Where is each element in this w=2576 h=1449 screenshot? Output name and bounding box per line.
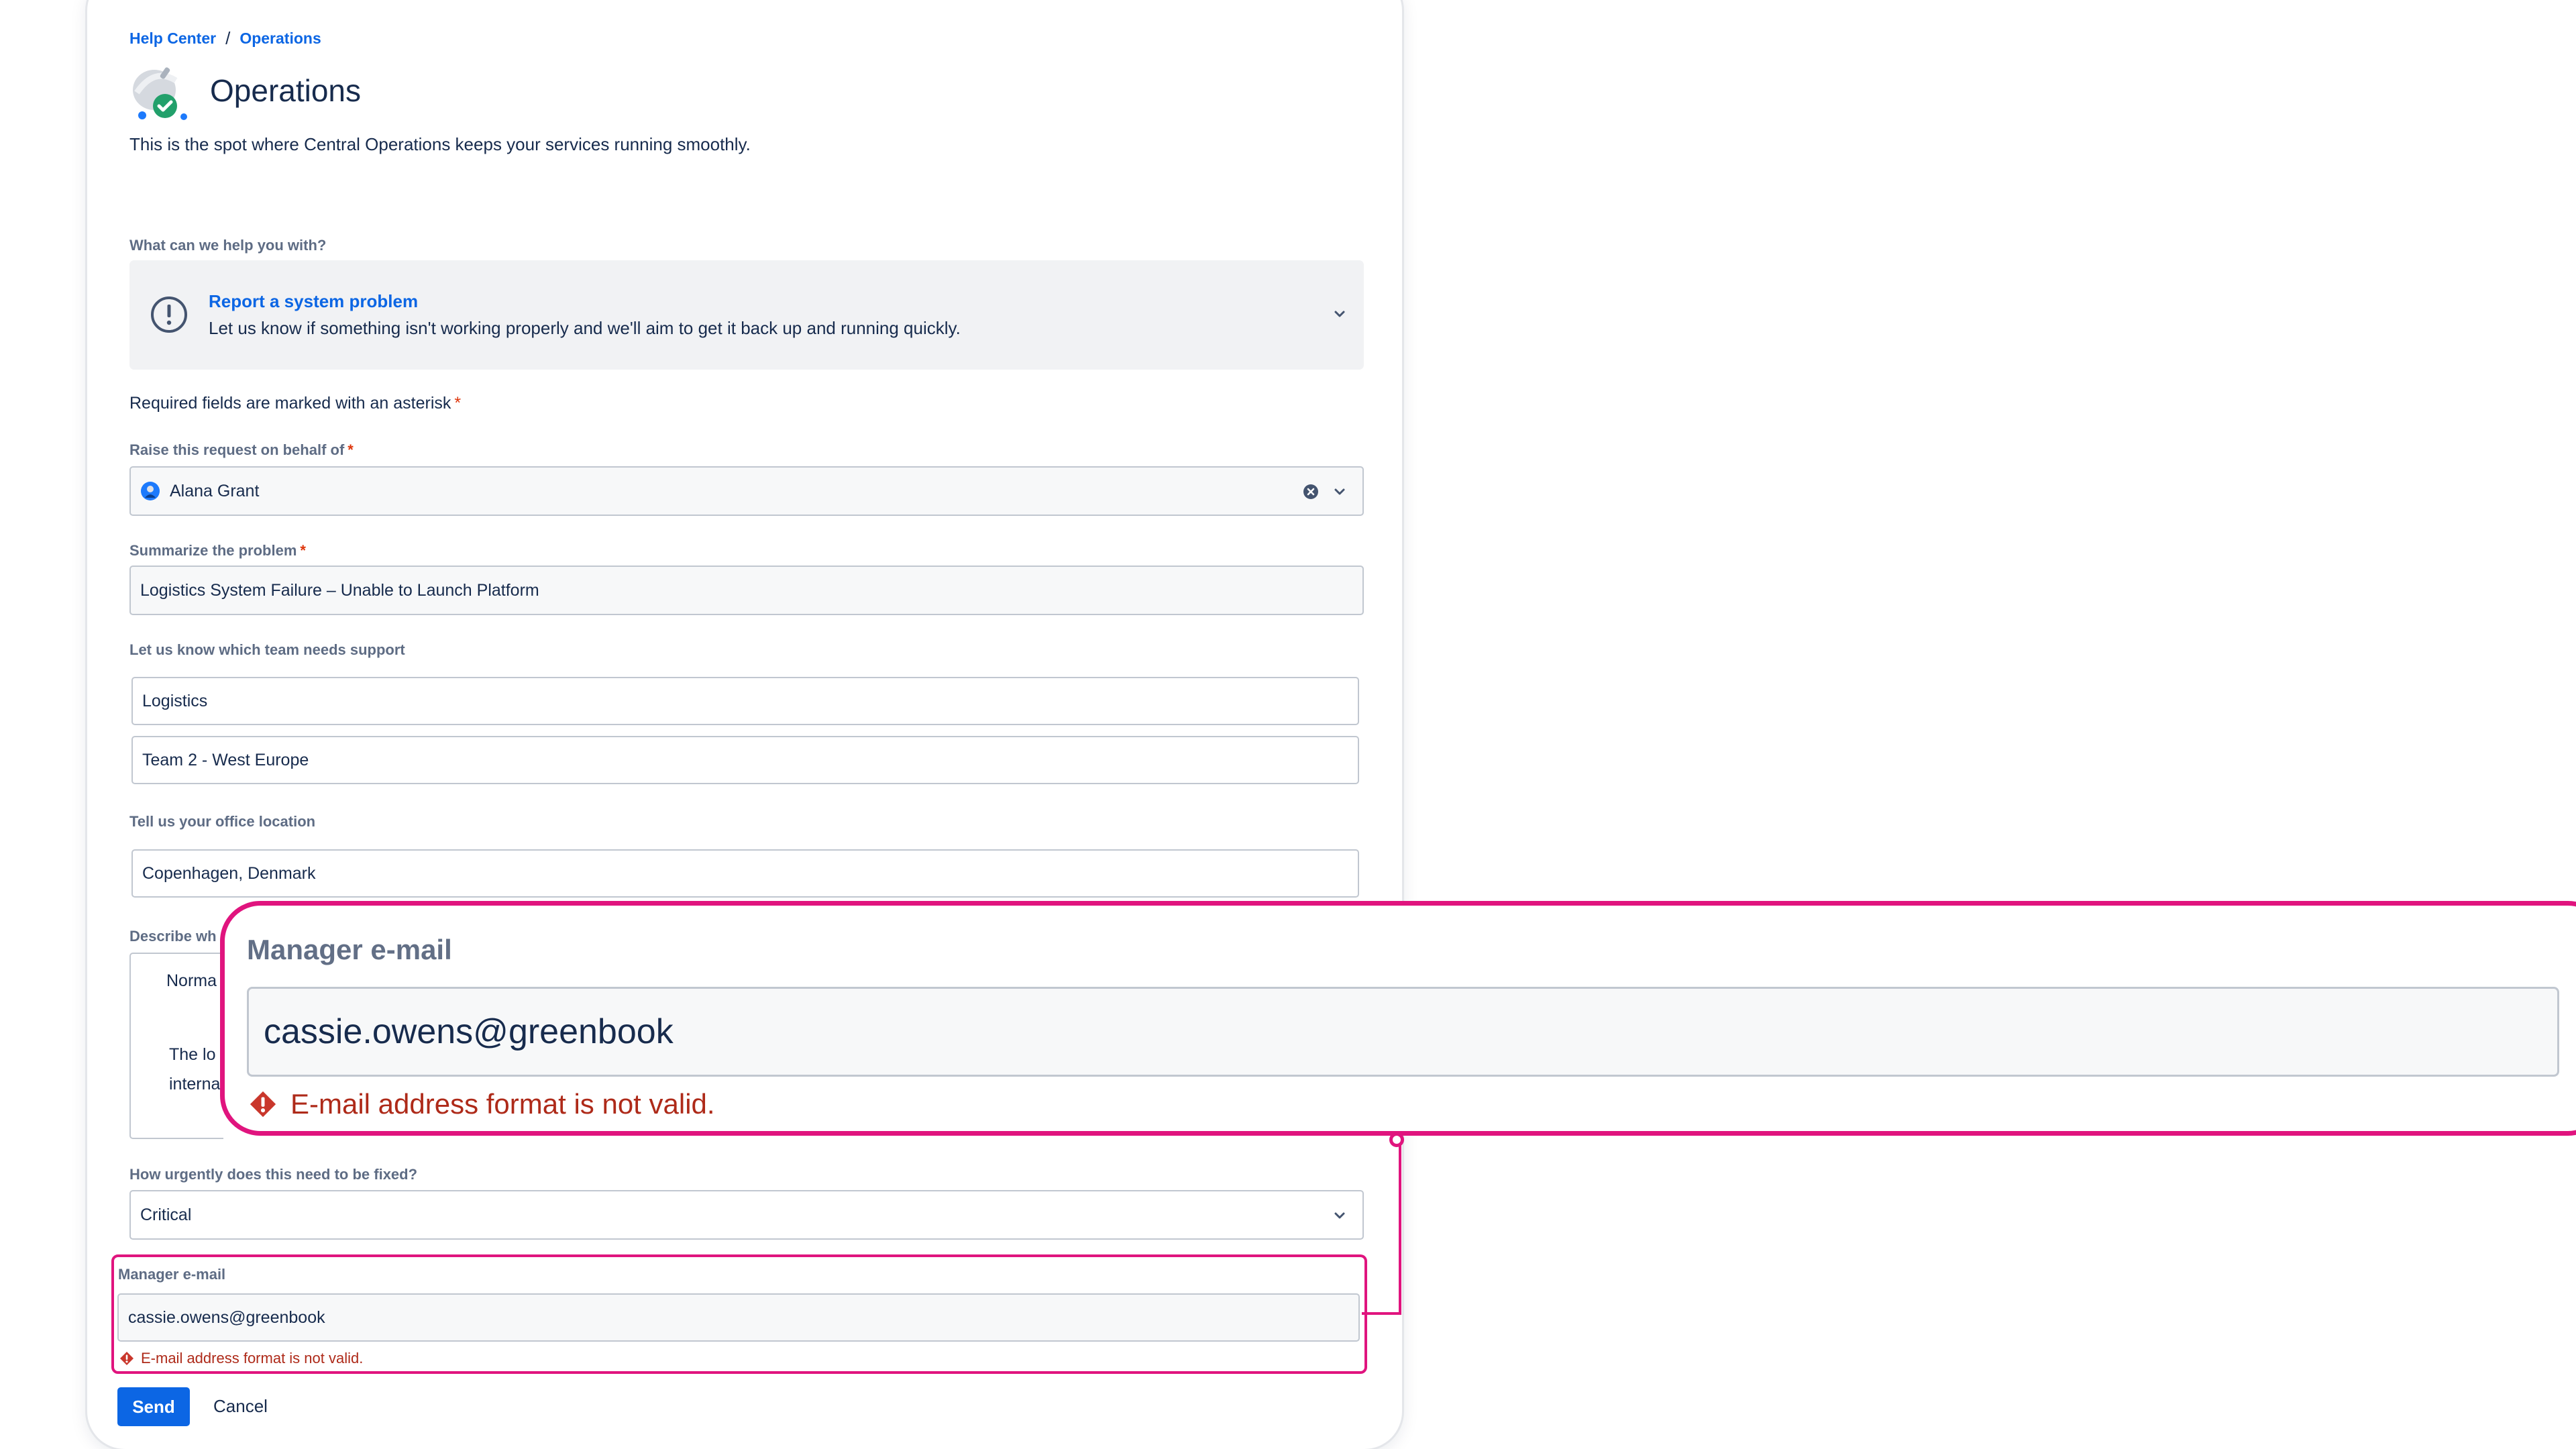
describe-label: Describe wh	[129, 928, 217, 945]
required-marker: *	[300, 542, 306, 559]
page-title: Operations	[210, 73, 362, 108]
manager-email-value: cassie.owens@greenbook	[128, 1307, 325, 1327]
team-value-2: Team 2 - West Europe	[142, 750, 309, 769]
chevron-down-icon	[1334, 311, 1345, 317]
office-label: Tell us your office location	[129, 813, 316, 830]
breadcrumb: Help Center / Operations	[129, 28, 321, 49]
summary-label: Summarize the problem *	[129, 542, 306, 559]
team-value-1: Logistics	[142, 691, 208, 710]
send-button[interactable]: Send	[117, 1387, 190, 1426]
alert-circle-icon	[151, 297, 187, 333]
required-note-text: Required fields are marked with an aster…	[129, 394, 451, 413]
office-value: Copenhagen, Denmark	[142, 863, 316, 883]
description-text-line: interna	[169, 1075, 221, 1093]
behalf-label-text: Raise this request on behalf of	[129, 441, 345, 458]
operations-satellite-icon	[133, 67, 187, 120]
chevron-down-icon[interactable]	[1330, 482, 1349, 501]
request-type-selector[interactable]: Report a system problem Let us know if s…	[129, 260, 1364, 370]
cancel-button[interactable]: Cancel	[213, 1396, 268, 1417]
zoom-manager-email-label: Manager e-mail	[247, 934, 452, 965]
breadcrumb-operations[interactable]: Operations	[239, 30, 321, 48]
manager-email-error: E-mail address format is not valid.	[119, 1350, 363, 1367]
chevron-down-icon	[1334, 1212, 1345, 1219]
breadcrumb-separator: /	[225, 28, 231, 48]
request-type-description: Let us know if something isn't working p…	[209, 318, 961, 338]
zoom-email-error-text: E-mail address format is not valid.	[290, 1088, 715, 1120]
team-select-1[interactable]: Logistics	[131, 677, 1359, 725]
summary-input[interactable]: Logistics System Failure – Unable to Lau…	[129, 566, 1364, 615]
zoom-callout: Manager e-mail cassie.owens@greenbook E-…	[220, 901, 2576, 1136]
behalf-value: Alana Grant	[170, 481, 260, 500]
breadcrumb-help-center[interactable]: Help Center	[129, 30, 216, 48]
behalf-select[interactable]: Alana Grant	[129, 466, 1364, 516]
text-style-dropdown[interactable]: Norma	[166, 971, 217, 991]
avatar	[141, 482, 160, 500]
office-input[interactable]: Copenhagen, Denmark	[131, 849, 1359, 898]
request-type-title: Report a system problem	[209, 291, 419, 311]
callout-connector	[1362, 1312, 1401, 1315]
error-icon	[250, 1091, 276, 1118]
manager-email-error-text: E-mail address format is not valid.	[141, 1350, 364, 1366]
request-type-label: What can we help you with?	[129, 237, 327, 254]
callout-connector	[1399, 1128, 1401, 1315]
team-select-2[interactable]: Team 2 - West Europe	[131, 736, 1359, 784]
behalf-label: Raise this request on behalf of *	[129, 441, 354, 459]
manager-email-input[interactable]: cassie.owens@greenbook	[117, 1293, 1360, 1342]
page-subtitle: This is the spot where Central Operation…	[129, 134, 751, 154]
urgency-value: Critical	[140, 1205, 192, 1224]
manager-email-label: Manager e-mail	[118, 1266, 226, 1283]
clear-icon[interactable]	[1302, 483, 1320, 500]
urgency-label: How urgently does this need to be fixed?	[129, 1166, 418, 1183]
required-marker: *	[454, 394, 462, 413]
description-text-line: The lo	[169, 1045, 216, 1064]
zoom-manager-email-value: cassie.owens@greenbook	[264, 1012, 674, 1051]
team-label: Let us know which team needs support	[129, 641, 405, 658]
zoom-email-error: E-mail address format is not valid.	[249, 1088, 715, 1120]
urgency-select[interactable]: Critical	[129, 1190, 1364, 1240]
required-fields-note: Required fields are marked with an aster…	[129, 394, 461, 413]
required-marker: *	[347, 441, 354, 458]
error-icon	[120, 1352, 133, 1365]
summary-value: Logistics System Failure – Unable to Lau…	[140, 580, 539, 600]
zoom-manager-email-input: cassie.owens@greenbook	[247, 987, 2559, 1077]
summary-label-text: Summarize the problem	[129, 542, 297, 559]
